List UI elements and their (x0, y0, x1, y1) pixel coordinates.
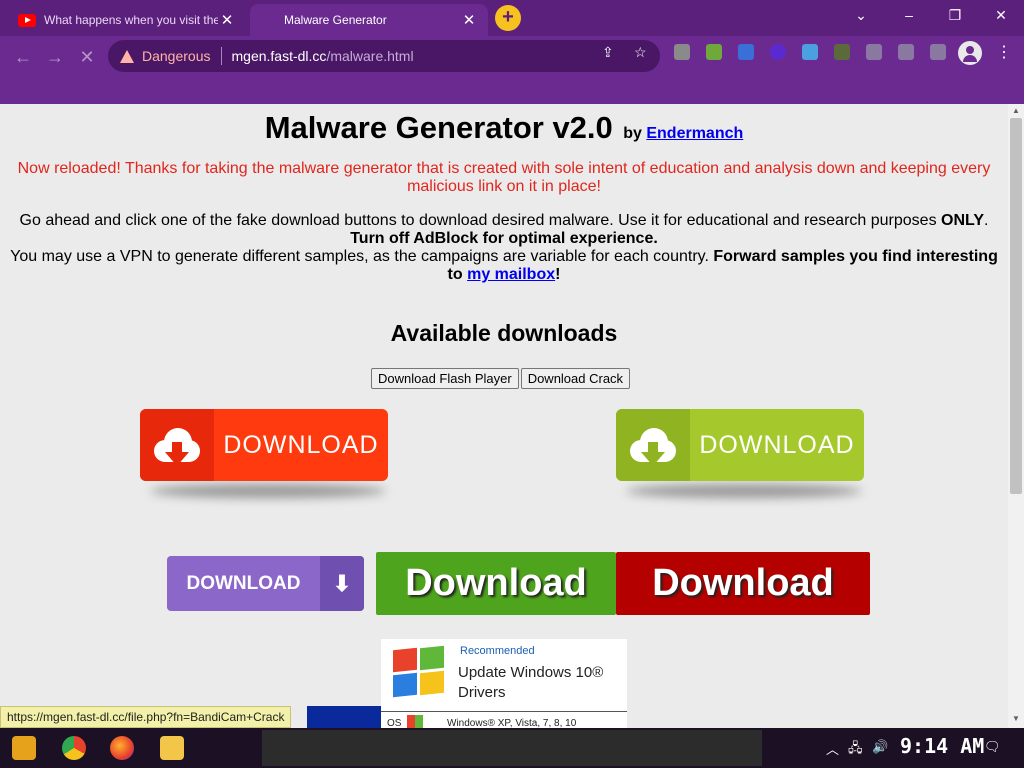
tray-chevron-icon[interactable]: ︿ (826, 739, 839, 758)
reload-notice: Now reloaded! Thanks for taking the malw… (17, 160, 991, 195)
youtube-icon (18, 13, 36, 27)
intro-line-3: You may use a VPN to generate different … (10, 248, 709, 265)
byline: by (623, 125, 642, 142)
extension-icon[interactable] (770, 44, 786, 60)
firefox-icon[interactable] (110, 736, 134, 760)
page-title: Malware Generator v2.0 (264, 110, 613, 145)
file-explorer-icon[interactable] (160, 736, 184, 760)
url-path: /malware.html (326, 48, 414, 64)
download-green-label: DOWNLOAD (699, 430, 855, 459)
driver-update-ad[interactable]: Recommended Update Windows 10® Drivers O… (381, 639, 627, 728)
puzzle-extensions-icon[interactable] (866, 44, 882, 60)
mailbox-link[interactable]: my mailbox (467, 266, 555, 283)
ad-message-line-2: Drivers (458, 684, 506, 701)
title-row: Malware Generator v2.0 by Endermanch (0, 110, 1008, 146)
download-red-button[interactable]: DOWNLOAD (140, 409, 388, 481)
tab-strip: What happens when you visit the ✕ Malwar… (0, 0, 1024, 36)
back-button[interactable]: ← (8, 42, 38, 72)
download-big-red-label: Download (652, 562, 834, 604)
status-url: https://mgen.fast-dl.cc/file.php?fn=Band… (0, 706, 292, 728)
ad-recommended: Recommended (460, 645, 535, 657)
extension-icon[interactable] (834, 44, 850, 60)
start-button-icon[interactable] (12, 736, 36, 760)
taskbar-media-strip (262, 730, 762, 766)
cloud-download-icon (616, 409, 690, 481)
exclamation: ! (555, 266, 561, 283)
minimize-button[interactable]: – (886, 0, 932, 30)
author-link[interactable]: Endermanch (646, 125, 743, 142)
download-purple-label: DOWNLOAD (186, 572, 301, 594)
button-shadow (150, 484, 386, 498)
tab-title: What happens when you visit the (44, 13, 218, 27)
extension-icon[interactable] (674, 44, 690, 60)
download-red-label: DOWNLOAD (223, 430, 379, 459)
download-big-green-label: Download (405, 562, 587, 604)
windows-logo-icon (393, 645, 449, 701)
close-tab-icon[interactable]: ✕ (218, 11, 236, 29)
stop-button[interactable]: ✕ (72, 42, 102, 72)
tab-search-icon[interactable]: ⌄ (838, 0, 884, 30)
download-big-red-button[interactable]: Download (616, 552, 870, 615)
cloud-download-icon (140, 409, 214, 481)
windows-flag-icon (407, 715, 423, 728)
tab-title: Malware Generator (284, 13, 387, 27)
close-window-button[interactable]: ✕ (978, 0, 1024, 30)
extension-icon[interactable] (802, 44, 818, 60)
tab-youtube[interactable]: What happens when you visit the ✕ (8, 4, 246, 36)
chrome-icon[interactable] (62, 736, 86, 760)
new-tab-button[interactable]: + (495, 5, 521, 31)
download-purple-button[interactable]: DOWNLOAD ⬇ (167, 556, 364, 611)
menu-kebab-icon[interactable]: ⋮ (994, 42, 1014, 62)
intro-only: ONLY (941, 212, 984, 229)
page-footer-fragment (307, 706, 381, 728)
downloads-heading: Available downloads (390, 320, 618, 346)
extension-icon[interactable] (706, 44, 722, 60)
warning-icon (120, 49, 134, 63)
bookmark-star-icon[interactable]: ☆ (634, 44, 647, 61)
close-tab-icon[interactable]: ✕ (460, 11, 478, 29)
taskbar: ︿ 🖧 🔊 9:14 AM 🗨 (0, 728, 1024, 768)
profile-avatar[interactable] (958, 41, 982, 65)
intro-adblock: Turn off AdBlock for optimal experience. (350, 230, 658, 247)
ad-message: Update Windows 10® Drivers (458, 663, 603, 703)
download-green-button[interactable]: DOWNLOAD (616, 409, 864, 481)
scroll-down-arrow-icon[interactable]: ▼ (1012, 714, 1020, 723)
small-download-buttons: Download Flash Player Download Crack (371, 368, 631, 389)
side-panel-icon[interactable] (930, 44, 946, 60)
button-shadow (626, 484, 862, 498)
network-icon[interactable]: 🖧 (848, 739, 863, 761)
notification-icon[interactable]: 🗨 (984, 739, 1001, 755)
divider (220, 47, 222, 65)
clock[interactable]: 9:14 AM (900, 734, 984, 758)
download-big-green-button[interactable]: Download (376, 552, 616, 615)
volume-icon[interactable]: 🔊 (872, 739, 888, 755)
security-label[interactable]: Dangerous (142, 48, 211, 64)
extension-icon[interactable] (738, 44, 754, 60)
intro-line-1: Go ahead and click one of the fake downl… (19, 212, 937, 229)
restore-button[interactable]: ❐ (932, 0, 978, 30)
reading-list-icon[interactable] (898, 44, 914, 60)
ad-os-row: OS Windows® XP, Vista, 7, 8, 10 (381, 711, 627, 728)
scrollbar-thumb[interactable] (1010, 118, 1022, 494)
share-icon[interactable]: ⇪ (602, 44, 614, 61)
ad-os-versions: Windows® XP, Vista, 7, 8, 10 (447, 718, 577, 728)
download-flash-player-button[interactable]: Download Flash Player (371, 368, 519, 389)
address-bar[interactable]: Dangerous mgen.fast-dl.cc/malware.html (108, 40, 660, 72)
tab-malware-generator[interactable]: Malware Generator ✕ (250, 4, 488, 36)
browser-toolbar: ← → ✕ Dangerous mgen.fast-dl.cc/malware.… (0, 36, 1024, 104)
forward-button[interactable]: → (40, 42, 70, 72)
web-page: Malware Generator v2.0 by Endermanch Now… (0, 104, 1008, 728)
download-crack-button[interactable]: Download Crack (520, 368, 631, 389)
ad-os-label: OS (387, 718, 402, 728)
url-host: mgen.fast-dl.cc (231, 48, 327, 64)
ad-message-line-1: Update Windows 10® (458, 664, 604, 681)
arrow-down-icon: ⬇ (320, 556, 364, 611)
scroll-up-arrow-icon[interactable]: ▲ (1012, 106, 1020, 115)
intro-text: Go ahead and click one of the fake downl… (10, 212, 998, 283)
